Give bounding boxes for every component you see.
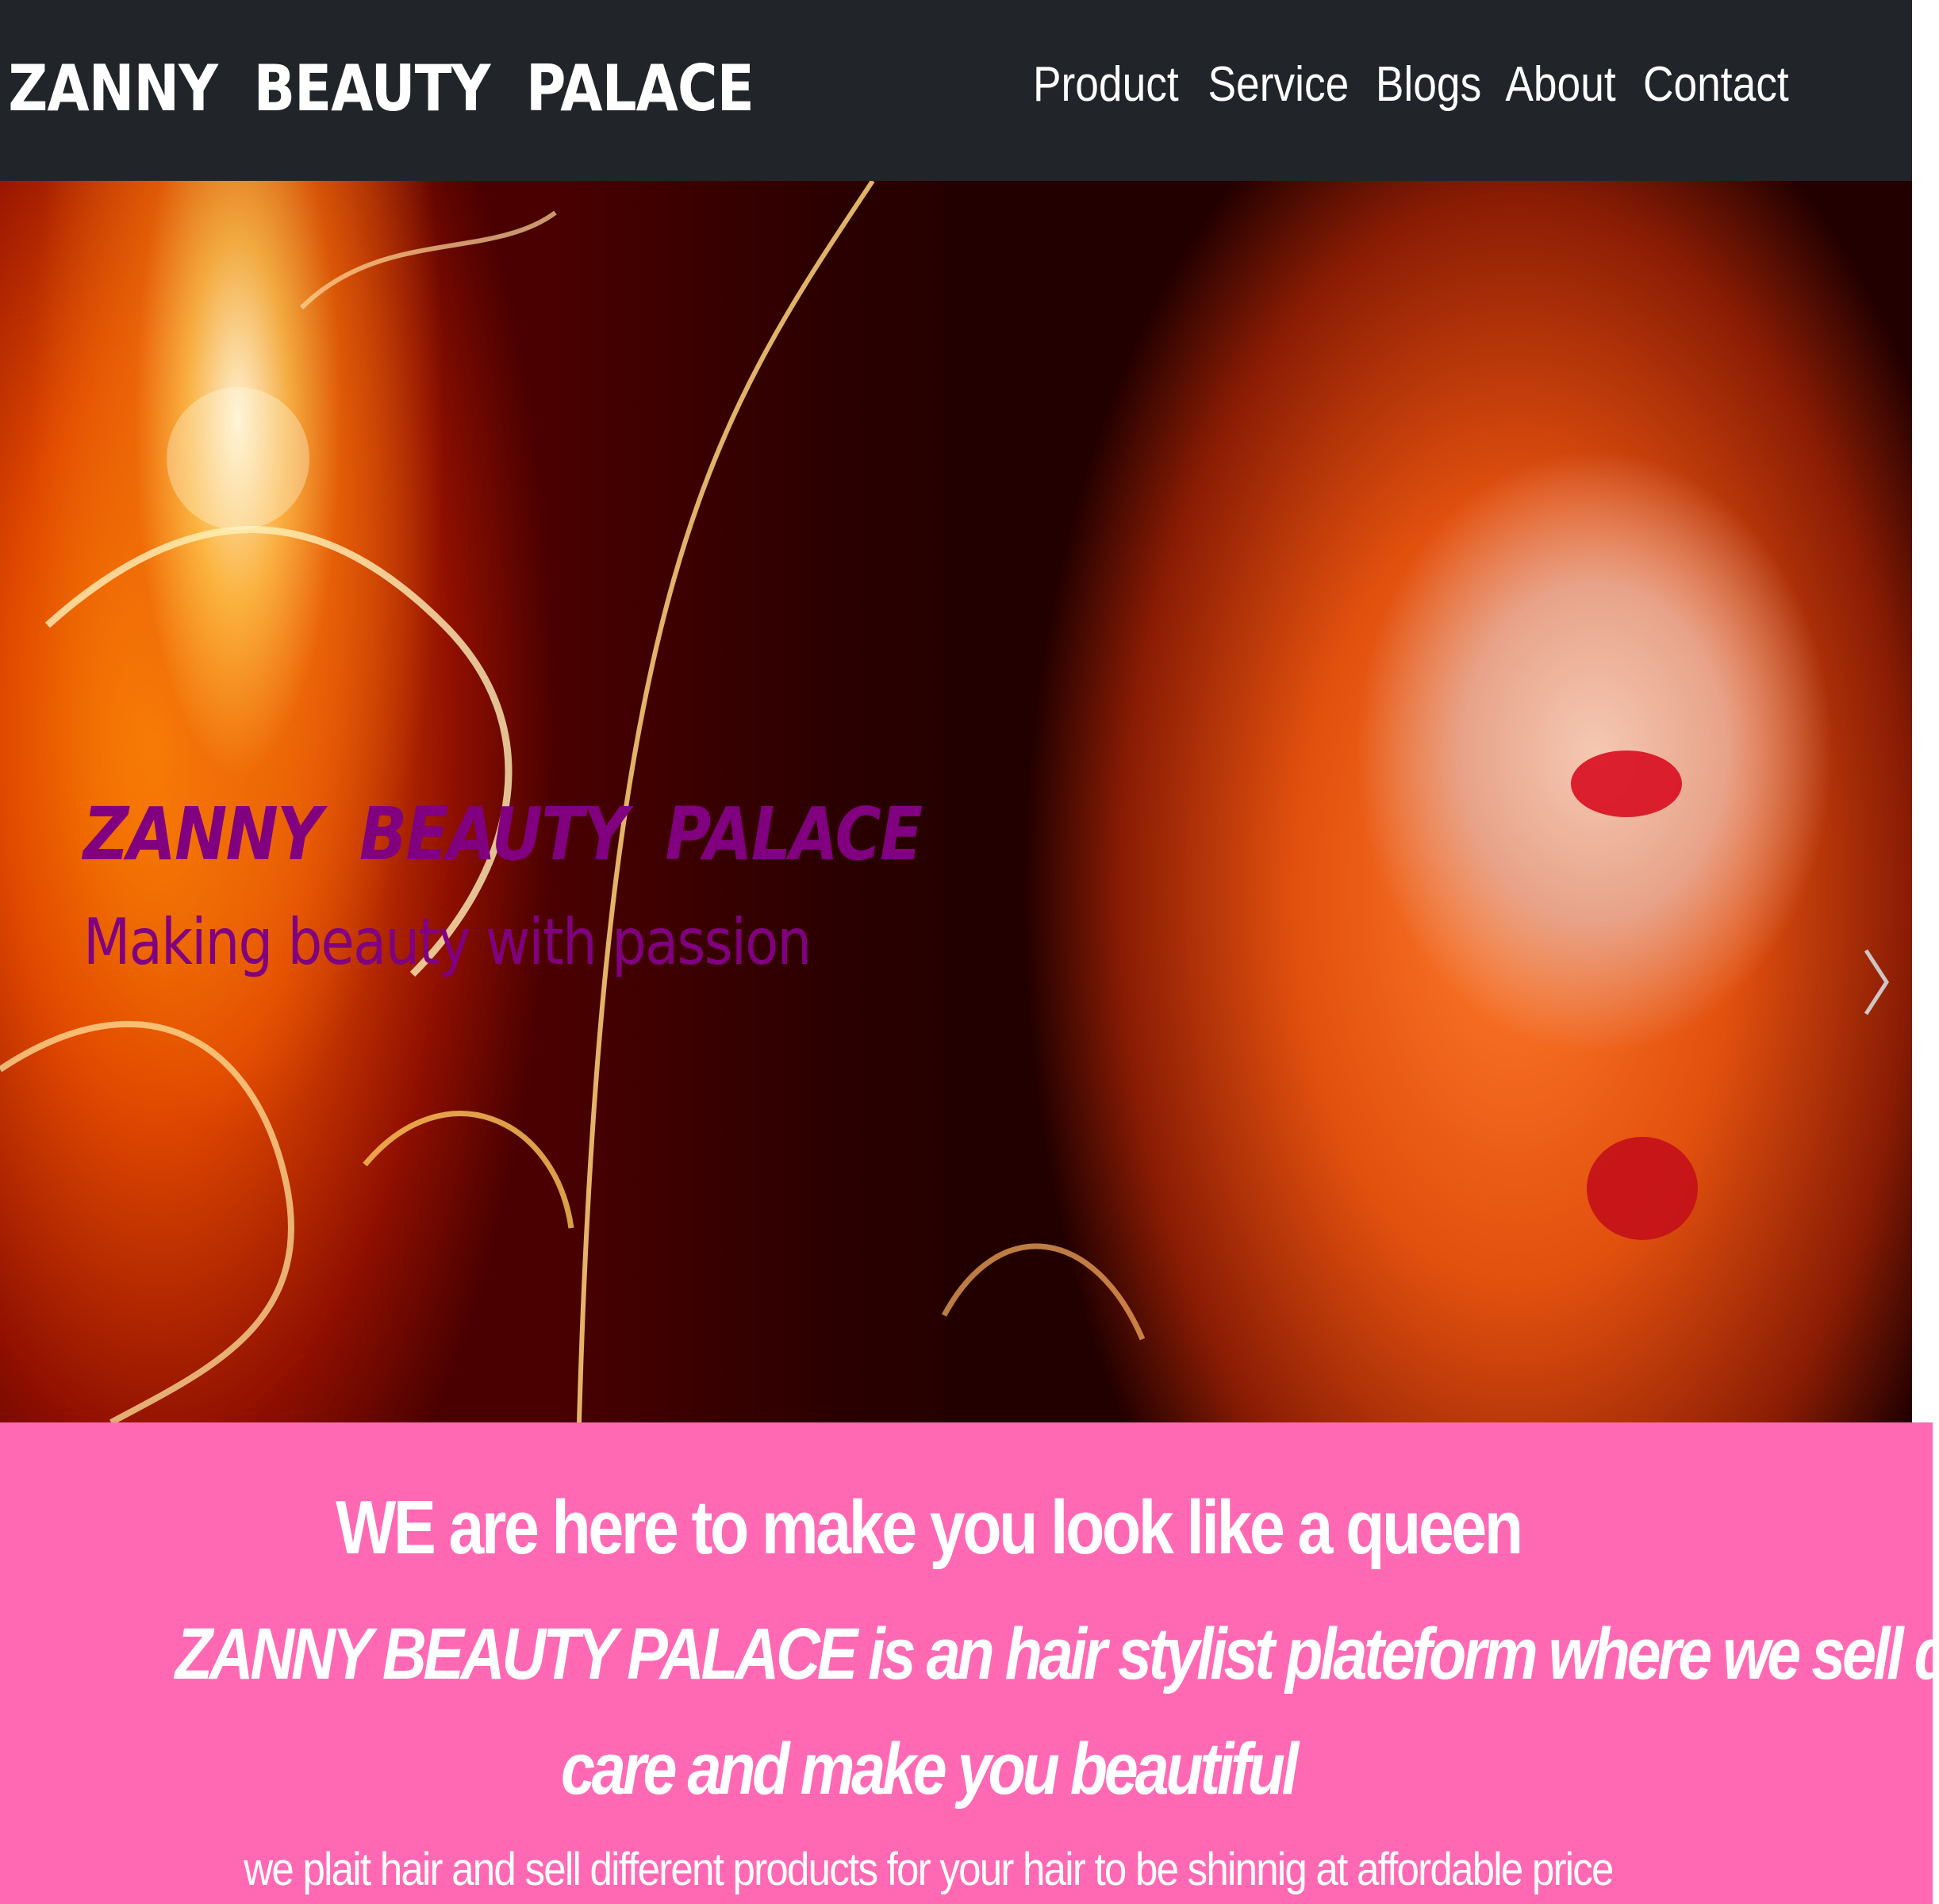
carousel-next-button[interactable] <box>1856 942 1896 1022</box>
hero-subtitle: Making beauty with passion <box>83 905 812 979</box>
about-note: we plait hair and sell different product… <box>244 1844 1614 1895</box>
hero-caption: ZANNY BEAUTY PALACE Making beauty with p… <box>83 792 1058 979</box>
page: ZANNY BEAUTY PALACE Product Service Blog… <box>0 0 1939 1904</box>
about-section: WE are here to make you look like a quee… <box>0 1422 1939 1904</box>
about-description: ZANNY BEAUTY PALACE is an hair stylist p… <box>32 1597 1939 1827</box>
nav-link-about[interactable]: About <box>1506 56 1616 113</box>
chevron-right-icon <box>1864 949 1889 1015</box>
brand-logo[interactable]: ZANNY BEAUTY PALACE <box>0 52 754 125</box>
hero-carousel: ZANNY BEAUTY PALACE Making beauty with p… <box>0 181 1912 1422</box>
about-description-line-2: care and make you beautiful <box>561 1729 1299 1810</box>
nav-link-blogs[interactable]: Blogs <box>1376 56 1481 113</box>
about-description-line-1: ZANNY BEAUTY PALACE is an hair stylist p… <box>175 1614 1939 1695</box>
navbar: ZANNY BEAUTY PALACE Product Service Blog… <box>0 0 1912 181</box>
nav-links: Product Service Blogs About Contact <box>1029 56 1793 113</box>
nav-link-contact[interactable]: Contact <box>1643 56 1789 113</box>
about-heading: WE are here to make you look like a quee… <box>336 1485 1523 1570</box>
nav-link-product[interactable]: Product <box>1033 56 1179 113</box>
hero-title: ZANNY BEAUTY PALACE <box>83 792 923 877</box>
nav-link-service[interactable]: Service <box>1208 56 1350 113</box>
